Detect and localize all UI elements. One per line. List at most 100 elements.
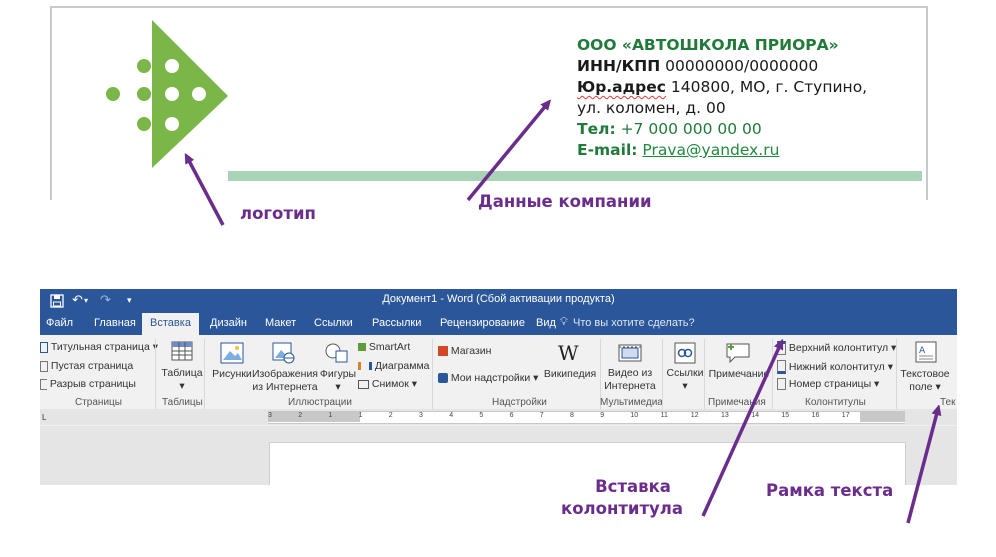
ruler-right-margin [860,411,905,422]
page-number-button[interactable]: Номер страницы ▾ [777,378,879,391]
logo-dot [137,87,151,101]
page-number-icon [777,378,786,391]
email-label: E-mail: [577,141,638,159]
ruler-label: 8 [570,412,574,419]
ruler-label: 9 [600,412,605,419]
address-line2: ул. коломен, д. 00 [577,99,726,117]
screenshot-button[interactable]: Снимок ▾ [358,378,417,390]
separator [772,339,773,409]
phone-label: Тел: [577,120,616,138]
company-logo [106,20,228,168]
tell-me-box[interactable]: Что вы хотите сделать? [573,317,695,329]
blank-page-button[interactable]: Пустая страница [40,360,133,372]
ruler-label: 14 [751,412,759,419]
separator [662,339,663,409]
ruler-label: 1 [328,412,333,419]
table-button[interactable]: Таблица ▾ [160,367,204,393]
page-break-button[interactable]: Разрыв страницы [40,378,136,390]
group-label-header-footer: Колонтитулы [805,397,866,408]
store-icon [438,346,448,357]
tab-view[interactable]: Вид [536,317,556,329]
logo-dot [137,117,151,131]
ruler-label: 16 [811,412,820,419]
online-video-button[interactable]: Видео из Интернета [602,367,658,393]
shapes-button[interactable]: Фигуры ▾ [318,368,358,394]
ruler-label: 6 [509,412,514,419]
ruler-label: 4 [449,412,454,419]
ruler-label: 5 [479,412,484,419]
wikipedia-button[interactable]: Википедия [540,368,600,381]
ruler-label: 3 [419,412,423,419]
logo-triangle [152,20,228,168]
table-icon [171,341,193,361]
text-box-icon: A [915,341,937,363]
tab-layout[interactable]: Макет [265,317,296,329]
tab-file[interactable]: Файл [46,317,73,329]
ruler-label: 13 [721,412,729,419]
separator [155,339,156,409]
ruler-label: 17 [841,412,850,419]
address-label: Юр.адрес [577,78,666,96]
svg-text:A: A [919,346,926,356]
chart-button[interactable]: Диаграмма [358,360,430,372]
tab-references[interactable]: Ссылки [314,317,353,329]
screenshot-icon [358,379,369,389]
comment-icon [726,343,750,364]
address-value: 140800, МО, г. Ступино, [665,78,868,96]
phone-value: +7 000 000 00 00 [615,120,762,138]
group-label-addins: Надстройки [492,397,547,408]
logo-dot [192,87,206,101]
blank-page-icon [40,360,48,372]
annotation-logo: логотип [240,204,316,223]
tab-insert[interactable]: Вставка [142,313,199,335]
my-addins-button[interactable]: Мои надстройки ▾ [438,372,538,384]
separator [204,339,205,409]
header-icon [777,341,786,355]
tab-design[interactable]: Дизайн [210,317,247,329]
logo-dot [137,59,151,73]
ruler-label: 2 [388,412,393,419]
comment-button[interactable]: Примечание [704,368,774,381]
inn-value: 00000000/0000000 [660,57,819,75]
smartart-icon [358,343,366,352]
ruler-label: 15 [781,412,790,419]
tab-home[interactable]: Главная [94,317,136,329]
logo-dot [165,117,179,131]
footer-button[interactable]: Нижний колонтитул ▾ [777,360,893,374]
ruler-left-margin [268,411,360,422]
online-pictures-icon [272,342,295,364]
pictures-icon [220,342,244,364]
ruler-label: 10 [630,412,639,419]
logo-dot [165,87,179,101]
horizontal-ruler[interactable] [268,411,905,424]
online-pictures-button[interactable]: Изображения из Интернета [252,368,318,394]
letterhead-divider [228,171,922,181]
text-box-button[interactable]: Текстовое поле ▾ [896,368,954,394]
smartart-button[interactable]: SmartArt [358,341,410,353]
ruler-label: 3 [268,412,272,419]
lightbulb-icon: 💡︎ [560,316,568,328]
group-label-pages: Страницы [75,397,122,408]
company-name: ООО «АВТОШКОЛА ПРИОРА» [577,36,839,54]
store-button[interactable]: Магазин [438,345,491,357]
group-label-illustrations: Иллюстрации [288,397,352,408]
ruler-label: 7 [539,412,544,419]
ruler-label: 1 [358,412,363,419]
logo-dot [165,59,179,73]
tab-mailings[interactable]: Рассылки [372,317,421,329]
addins-icon [438,373,448,384]
online-video-icon [618,344,642,362]
logo-dot [106,87,120,101]
ruler-label: 11 [660,412,668,419]
tab-review[interactable]: Рецензирование [440,317,525,329]
cover-page-button[interactable]: Титульная страница ▾ [40,341,158,353]
ruler-label: 12 [690,412,699,419]
pictures-button[interactable]: Рисунки [210,368,254,381]
tab-selector-icon[interactable]: L [42,413,46,422]
company-details: ООО «АВТОШКОЛА ПРИОРА» ИНН/КПП 00000000/… [577,35,867,161]
footer-icon [777,360,786,374]
links-button[interactable]: Ссылки ▾ [664,367,706,393]
email-link[interactable]: Prava@yandex.ru [642,141,779,159]
inn-label: ИНН/КПП [577,57,661,75]
header-button[interactable]: Верхний колонтитул ▾ [777,341,896,355]
